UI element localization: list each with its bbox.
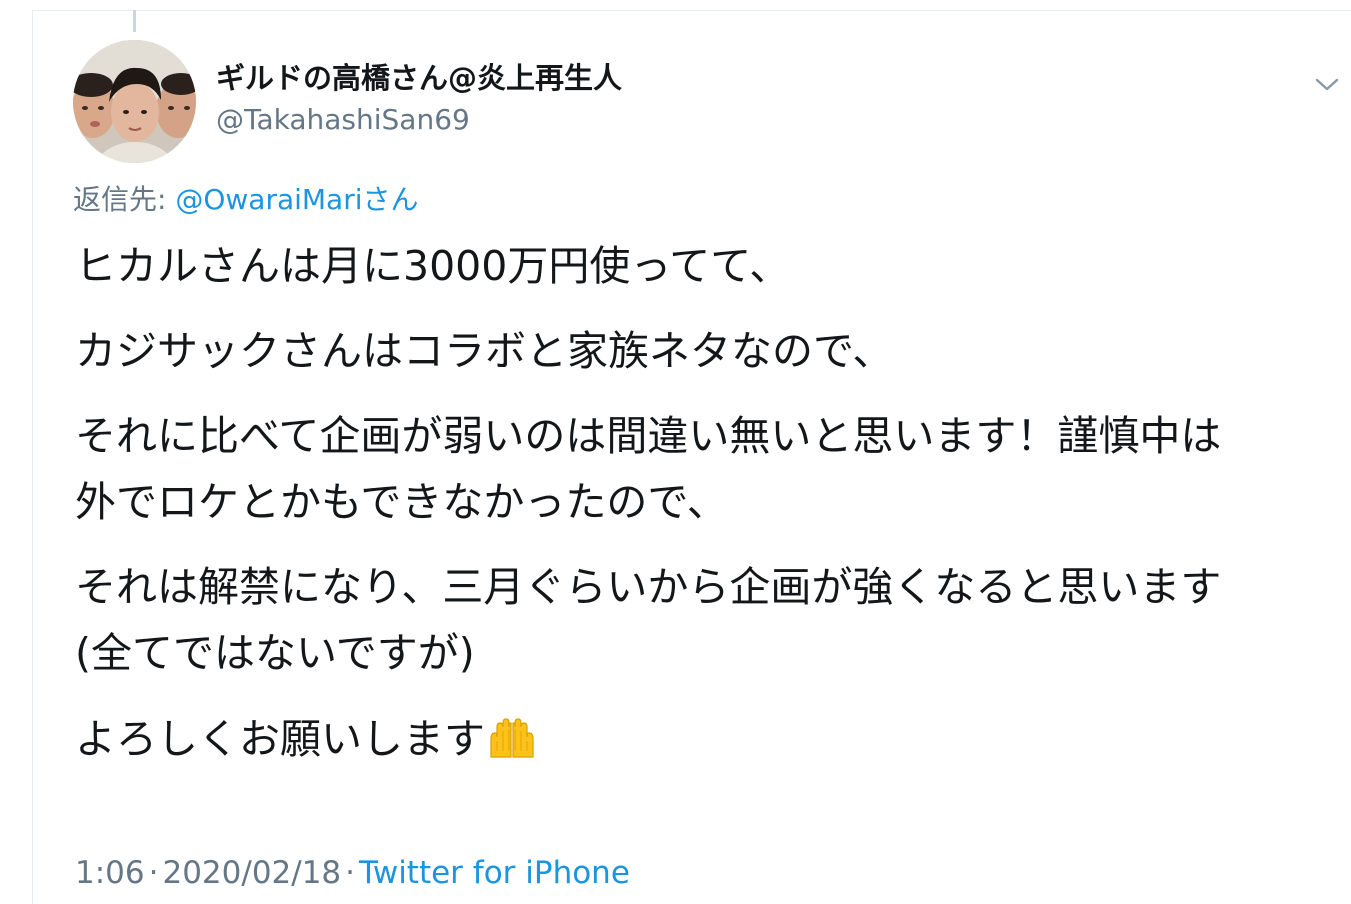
tweet-text-line: (全てではないですが): [75, 629, 475, 677]
tweet-text-line: よろしくお願いします: [75, 715, 485, 763]
reply-prefix: 返信先:: [73, 183, 176, 216]
avatar[interactable]: [73, 40, 196, 163]
author-display-name[interactable]: ギルドの高橋さん@炎上再生人: [216, 60, 622, 96]
tweet-source-link[interactable]: Twitter for iPhone: [359, 855, 630, 891]
thread-connector-line: [133, 10, 136, 32]
meta-separator: ·: [148, 855, 159, 891]
tweet-text-line: ヒカルさんは月に3000万円使ってて、: [75, 242, 791, 290]
tweet-text-line: それは解禁になり、三月ぐらいから企画が強くなると思います: [75, 563, 1222, 611]
card-top-border: [32, 10, 1351, 11]
avatar-image: [73, 40, 196, 163]
tweet-card: ギルドの高橋さん@炎上再生人 @TakahashiSan69 返信先: @Owa…: [0, 0, 1351, 904]
card-left-border: [32, 10, 33, 904]
reply-context: 返信先: @OwaraiMariさん: [73, 182, 419, 218]
chevron-down-icon[interactable]: [1313, 70, 1341, 98]
tweet-closing-line: よろしくお願いします: [75, 706, 1337, 772]
tweet-text-line: カジサックさんはコラボと家族ネタなので、: [75, 327, 894, 375]
author-handle[interactable]: @TakahashiSan69: [216, 102, 470, 138]
tweet-date[interactable]: 2020/02/18: [162, 855, 341, 891]
reply-mention-link[interactable]: @OwaraiMariさん: [175, 183, 418, 216]
tweet-text-line: それに比べて企画が弱いのは間違い無いと思います！謹慎中は: [75, 412, 1222, 460]
tweet-time[interactable]: 1:06: [75, 855, 145, 891]
tweet-metadata: 1:06 · 2020/02/18 · Twitter for iPhone: [75, 854, 630, 892]
meta-separator: ·: [345, 855, 356, 891]
palms-up-together-emoji-icon: [487, 712, 537, 758]
tweet-text-line: 外でロケとかもできなかったので、: [75, 478, 728, 526]
